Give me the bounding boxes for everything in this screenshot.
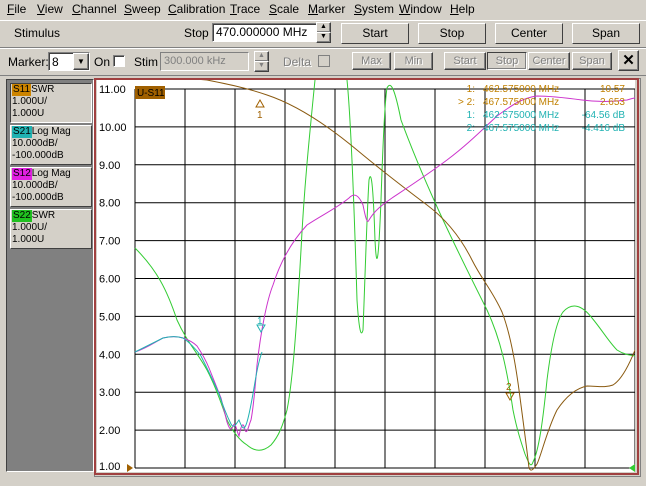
marker-readout-freq: 467.575000 MHz	[483, 123, 559, 134]
menu-channel[interactable]: Channel	[72, 2, 117, 16]
trace-s21-ref: -100.000dB	[12, 150, 64, 161]
trace-s12-format: Log Mag	[31, 168, 71, 179]
chevron-down-icon[interactable]: ▼	[73, 53, 89, 70]
marker-span-button[interactable]: Span	[572, 52, 612, 70]
trace-s11-ref: 1.000U	[12, 108, 45, 119]
trace-s21-format: Log Mag	[31, 126, 71, 137]
stimulus-label: Stimulus	[14, 26, 61, 40]
menu-help[interactable]: Help	[450, 2, 475, 16]
center-button[interactable]: Center	[495, 23, 563, 44]
stim-label: Stim	[134, 55, 158, 69]
marker-readout-value: 10.57	[600, 84, 625, 95]
marker-readout-label: 2:	[467, 123, 475, 134]
marker-center-button[interactable]: Center	[528, 52, 570, 70]
stop-spin-down-icon[interactable]: ▼	[316, 32, 331, 43]
marker-readout-freq: 467.575000 MHz	[483, 97, 559, 108]
on-label: On	[94, 55, 111, 69]
trace-s11-scale: 1.000U/	[12, 96, 48, 107]
trace-s21-line	[134, 336, 263, 429]
delta-checkbox[interactable]	[318, 55, 330, 67]
marker-readout-freq: 462.575000 MHz	[483, 110, 559, 121]
trace-s12-scale: 10.000dB/	[12, 180, 58, 191]
menu-marker[interactable]: Marker	[308, 2, 345, 16]
trace-s12-id: S12	[12, 168, 32, 180]
menu-sweep[interactable]: Sweep	[124, 2, 161, 16]
trace-panel: S11SWR 1.000U/ 1.000U S21Log Mag 10.000d…	[6, 79, 94, 472]
menu-trace[interactable]: Trace	[230, 2, 260, 16]
marker-start-button[interactable]: Start	[444, 52, 486, 70]
marker-readout-freq: 462.575000 MHz	[483, 84, 559, 95]
trace-s22-ref: 1.000U	[12, 234, 45, 245]
menu-file[interactable]: File	[7, 2, 26, 16]
delta-label: Delta	[283, 55, 312, 69]
chart-title: U-S11	[137, 88, 165, 99]
stim-frequency-input[interactable]: 300.000 kHz	[160, 52, 249, 71]
marker-readout-value: 2.653	[600, 97, 625, 108]
trace-s21-scale: 10.000dB/	[12, 138, 58, 149]
menu-bar: File View Channel Sweep Calibration Trac…	[0, 0, 646, 19]
trace-s21[interactable]: S21Log Mag 10.000dB/ -100.000dB	[10, 125, 92, 165]
marker-readout-table: 1: 462.575000 MHz 10.57 > 2: 467.575000 MHz 2…	[458, 84, 625, 134]
marker-readout-value: -64.56 dB	[582, 110, 626, 121]
trace-s22-format: SWR	[31, 210, 56, 221]
sparameter-chart[interactable]: 11.0010.009.008.007.006.005.004.003.002.…	[97, 80, 635, 472]
y-tick-label: 5.00	[99, 311, 120, 323]
marker-2-s11-icon[interactable]: 2	[505, 382, 515, 402]
stop-field-label: Stop	[184, 26, 209, 40]
menu-scale[interactable]: Scale	[269, 2, 299, 16]
trace-s12[interactable]: S12Log Mag 10.000dB/ -100.000dB	[10, 167, 92, 207]
y-tick-label: 4.00	[99, 349, 120, 361]
y-tick-label: 8.00	[99, 198, 120, 210]
marker-readout-value: -4.416 dB	[582, 123, 626, 134]
plot-area: 11.00 10.00 9.00 8.00 7.00 6.00 5.00 4.00 3.00 2.…	[97, 80, 635, 472]
trace-s12-ref: -100.000dB	[12, 192, 64, 203]
max-button[interactable]: Max	[352, 52, 391, 70]
trace-s11-id: S11	[12, 84, 32, 96]
y-tick-label: 3.00	[99, 387, 120, 399]
trace-s22-id: S22	[12, 210, 32, 222]
marker-on-checkbox[interactable]	[113, 55, 125, 67]
stop-arrow-icon	[629, 464, 635, 472]
y-tick-label: 9.00	[99, 160, 120, 172]
stop-frequency-input[interactable]: 470.000000 MHz	[212, 23, 317, 42]
trace-s22[interactable]: S22SWR 1.000U/ 1.000U	[10, 209, 92, 249]
menu-calibration[interactable]: Calibration	[168, 2, 225, 16]
marker-stop-button[interactable]: Stop	[487, 52, 527, 70]
marker-select[interactable]: 8 ▼	[48, 52, 90, 71]
marker-1-s11-icon[interactable]: 1	[255, 98, 265, 121]
y-tick-label: 10.00	[99, 122, 127, 134]
trace-s11[interactable]: S11SWR 1.000U/ 1.000U	[10, 83, 92, 123]
stop-button[interactable]: Stop	[418, 23, 486, 44]
min-button[interactable]: Min	[394, 52, 433, 70]
start-arrow-icon	[127, 464, 133, 472]
svg-text:2: 2	[506, 382, 512, 393]
marker-readout-label: 1:	[467, 84, 475, 95]
marker-select-value: 8	[52, 55, 59, 69]
close-icon[interactable]: ✕	[618, 50, 639, 71]
y-tick-label: 1.00	[99, 461, 120, 472]
y-tick-label: 6.00	[99, 274, 120, 286]
svg-text:1: 1	[257, 110, 263, 121]
marker-label: Marker:	[8, 55, 49, 69]
trace-s22-scale: 1.000U/	[12, 222, 48, 233]
menu-window[interactable]: Window	[399, 2, 442, 16]
y-tick-label: 7.00	[99, 236, 120, 248]
menu-system[interactable]: System	[354, 2, 394, 16]
stim-spin-down-icon[interactable]: ▼	[254, 61, 269, 72]
y-tick-label: 2.00	[99, 425, 120, 437]
start-button[interactable]: Start	[341, 23, 409, 44]
marker-readout-label: 1:	[467, 110, 475, 121]
trace-s11-format: SWR	[31, 84, 55, 95]
marker-readout-label: > 2:	[458, 97, 475, 108]
menu-view[interactable]: View	[37, 2, 63, 16]
y-tick-label: 11.00	[99, 84, 126, 96]
span-button[interactable]: Span	[572, 23, 640, 44]
trace-s21-id: S21	[12, 126, 32, 138]
